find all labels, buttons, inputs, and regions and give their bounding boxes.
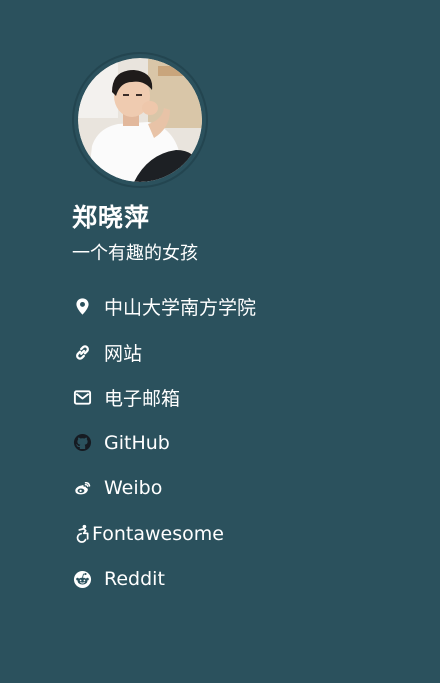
author-profile: 郑晓萍 一个有趣的女孩 中山大学南方学院 网站 电子邮箱 GitHub Weib… [72, 52, 412, 602]
link-location-label: 中山大学南方学院 [104, 297, 257, 320]
link-github[interactable]: GitHub [72, 420, 412, 465]
link-fontawesome-label: Fontawesome [92, 522, 224, 545]
github-icon [72, 433, 92, 453]
profile-name: 郑晓萍 [72, 203, 151, 232]
reddit-icon [72, 569, 92, 589]
link-location[interactable]: 中山大学南方学院 [72, 284, 412, 329]
profile-links: 中山大学南方学院 网站 电子邮箱 GitHub Weibo Fontawesom… [72, 284, 412, 602]
link-email[interactable]: 电子邮箱 [72, 375, 412, 420]
envelope-icon [72, 387, 92, 407]
link-website-label: 网站 [104, 342, 143, 365]
link-weibo[interactable]: Weibo [72, 466, 412, 511]
weibo-icon [72, 478, 92, 498]
avatar[interactable] [78, 58, 202, 182]
accessible-icon [72, 524, 92, 544]
link-github-label: GitHub [104, 431, 170, 454]
link-fontawesome[interactable]: Fontawesome [72, 511, 412, 556]
link-icon [72, 342, 92, 362]
map-marker-icon [72, 297, 92, 317]
profile-bio: 一个有趣的女孩 [72, 243, 198, 264]
link-website[interactable]: 网站 [72, 329, 412, 374]
link-email-label: 电子邮箱 [104, 387, 181, 410]
link-reddit[interactable]: Reddit [72, 556, 412, 601]
link-weibo-label: Weibo [104, 477, 163, 500]
link-reddit-label: Reddit [104, 568, 165, 591]
avatar-frame [72, 52, 208, 188]
